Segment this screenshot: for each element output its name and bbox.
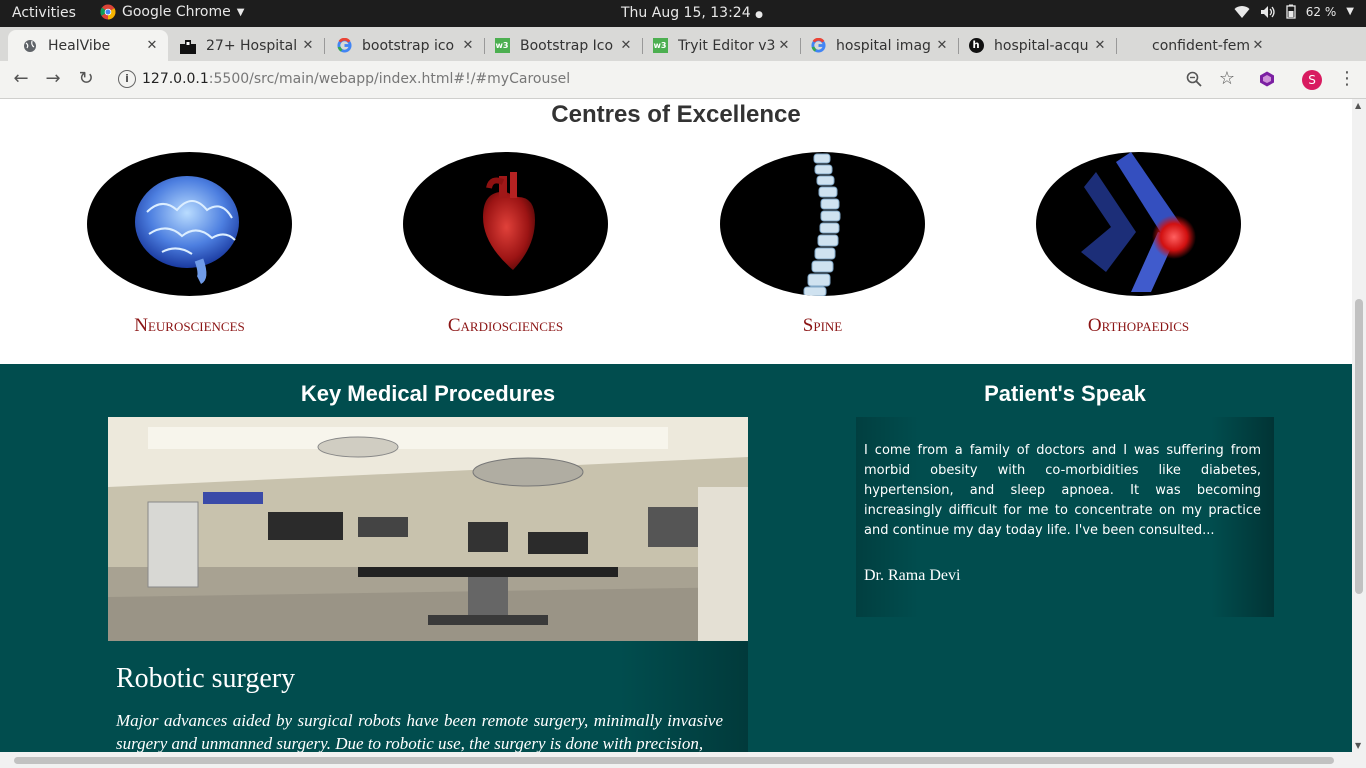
tab-hospital-images[interactable]: hospital imag ✕ <box>796 30 959 61</box>
activities-button[interactable]: Activities <box>12 5 76 21</box>
back-arrow-icon[interactable]: ← <box>10 68 32 90</box>
close-icon[interactable]: ✕ <box>934 38 950 53</box>
reload-icon[interactable]: ↻ <box>75 68 97 90</box>
tab-title: Tryit Editor v3 <box>678 37 776 54</box>
profile-avatar[interactable]: S <box>1302 70 1322 90</box>
vertical-scrollbar[interactable]: ▲ ▼ <box>1352 99 1366 752</box>
battery-percent: 62 % <box>1305 4 1337 19</box>
centre-cardiosciences[interactable]: Cardiosciences <box>403 152 608 336</box>
knee-image <box>1036 152 1241 296</box>
procedure-caption: Robotic surgery Major advances aided by … <box>108 641 748 752</box>
google-icon <box>336 38 352 54</box>
tab-tryit-editor[interactable]: w3 Tryit Editor v3 ✕ <box>638 30 801 61</box>
zoom-icon[interactable] <box>1183 68 1205 90</box>
scrollbar-thumb[interactable] <box>1355 299 1363 594</box>
scrollbar-thumb[interactable] <box>14 757 1334 764</box>
tab-bootstrap-icons-w3[interactable]: w3 Bootstrap Ico ✕ <box>480 30 643 61</box>
close-icon[interactable]: ✕ <box>776 38 792 53</box>
close-icon[interactable]: ✕ <box>300 38 316 53</box>
tab-confident-female[interactable]: confident-fem ✕ <box>1112 30 1274 61</box>
bookmark-star-icon[interactable]: ☆ <box>1216 68 1238 90</box>
tab-bootstrap-icons-search[interactable]: bootstrap ico ✕ <box>322 30 485 61</box>
chevron-down-icon: ▼ <box>1346 6 1354 17</box>
centre-label[interactable]: Neurosciences <box>87 315 292 337</box>
blank-favicon-icon <box>1126 38 1142 54</box>
globe-icon <box>22 38 38 54</box>
tab-title: HealVibe <box>48 37 111 54</box>
section-title-centres: Centres of Excellence <box>551 101 801 128</box>
tab-title: hospital imag <box>836 37 931 54</box>
tab-hospital-acquired[interactable]: h hospital-acqu ✕ <box>954 30 1117 61</box>
close-icon[interactable]: ✕ <box>1250 38 1266 53</box>
tab-title: confident-fem <box>1152 37 1250 54</box>
url-path: :5500/src/main/webapp/index.html#!/#myCa… <box>208 71 571 87</box>
browser-toolbar: ← → ↻ i 127.0.0.1:5500/src/main/webapp/i… <box>0 61 1366 99</box>
section-title-procedures: Key Medical Procedures <box>300 381 556 406</box>
close-icon[interactable]: ✕ <box>1092 38 1108 53</box>
info-icon[interactable]: i <box>118 70 136 88</box>
procedures-section: Key Medical Procedures Robotic surgery M… <box>0 364 1352 752</box>
system-tray[interactable]: 62 % ▼ <box>1234 4 1354 19</box>
scroll-up-icon[interactable]: ▲ <box>1355 101 1361 110</box>
heart-image <box>403 152 608 296</box>
procedure-description: Major advances aided by surgical robots … <box>116 711 723 752</box>
close-icon[interactable]: ✕ <box>144 38 160 53</box>
forward-arrow-icon[interactable]: → <box>42 68 64 90</box>
clock-text: Thu Aug 15, 13:24 <box>621 5 751 21</box>
app-name: Google Chrome <box>122 4 231 20</box>
tab-hospital-templates[interactable]: 27+ Hospital ✕ <box>166 30 325 61</box>
address-bar[interactable]: i 127.0.0.1:5500/src/main/webapp/index.h… <box>110 66 1250 93</box>
centre-spine[interactable]: Spine <box>720 152 925 336</box>
scroll-down-icon[interactable]: ▼ <box>1355 741 1361 750</box>
centre-label[interactable]: Spine <box>720 315 925 337</box>
notification-dot-icon: ● <box>755 10 763 20</box>
site-favicon-icon: h <box>968 38 984 54</box>
page-viewport: Centres of Excellence Neurosciences Card… <box>0 99 1352 752</box>
clock[interactable]: Thu Aug 15, 13:24 ● <box>621 5 763 21</box>
close-icon[interactable]: ✕ <box>460 38 476 53</box>
app-menu[interactable]: Google Chrome ▼ <box>100 4 244 20</box>
testimonial-text: I come from a family of doctors and I wa… <box>864 443 1261 538</box>
google-icon <box>810 38 826 54</box>
chrome-icon <box>100 4 116 20</box>
section-title-patients: Patient's Speak <box>984 381 1146 406</box>
operating-room-image <box>108 417 748 641</box>
tab-title: hospital-acqu <box>994 37 1089 54</box>
system-top-bar: Activities Google Chrome ▼ Thu Aug 15, 1… <box>0 0 1366 27</box>
tab-strip: HealVibe ✕ 27+ Hospital ✕ bootstrap ico … <box>0 27 1366 81</box>
site-favicon-icon <box>180 38 196 54</box>
centre-label[interactable]: Cardiosciences <box>403 315 608 337</box>
procedure-heading: Robotic surgery <box>116 663 296 694</box>
testimonial-card: I come from a family of doctors and I wa… <box>856 417 1274 617</box>
wifi-icon <box>1234 5 1250 18</box>
close-icon[interactable]: ✕ <box>618 38 634 53</box>
more-menu-icon[interactable]: ⋮ <box>1336 68 1358 90</box>
url-text: 127.0.0.1:5500/src/main/webapp/index.htm… <box>142 71 570 87</box>
tab-title: Bootstrap Ico <box>520 37 614 54</box>
volume-icon <box>1260 5 1275 18</box>
testimonial-author: Dr. Rama Devi <box>864 567 961 584</box>
spine-image <box>720 152 925 296</box>
url-host: 127.0.0.1 <box>142 71 209 87</box>
centre-orthopaedics[interactable]: Orthopaedics <box>1036 152 1241 336</box>
centre-label[interactable]: Orthopaedics <box>1036 315 1241 337</box>
w3schools-icon: w3 <box>494 38 510 54</box>
extension-icon[interactable] <box>1256 68 1278 90</box>
tab-title: 27+ Hospital <box>206 37 298 54</box>
w3schools-icon: w3 <box>652 38 668 54</box>
horizontal-scrollbar[interactable] <box>0 752 1366 768</box>
tab-title: bootstrap ico <box>362 37 455 54</box>
tab-healvibe[interactable]: HealVibe ✕ <box>8 30 168 61</box>
centre-neurosciences[interactable]: Neurosciences <box>87 152 292 336</box>
chevron-down-icon: ▼ <box>236 6 245 18</box>
brain-image <box>87 152 292 296</box>
battery-icon <box>1286 4 1296 19</box>
